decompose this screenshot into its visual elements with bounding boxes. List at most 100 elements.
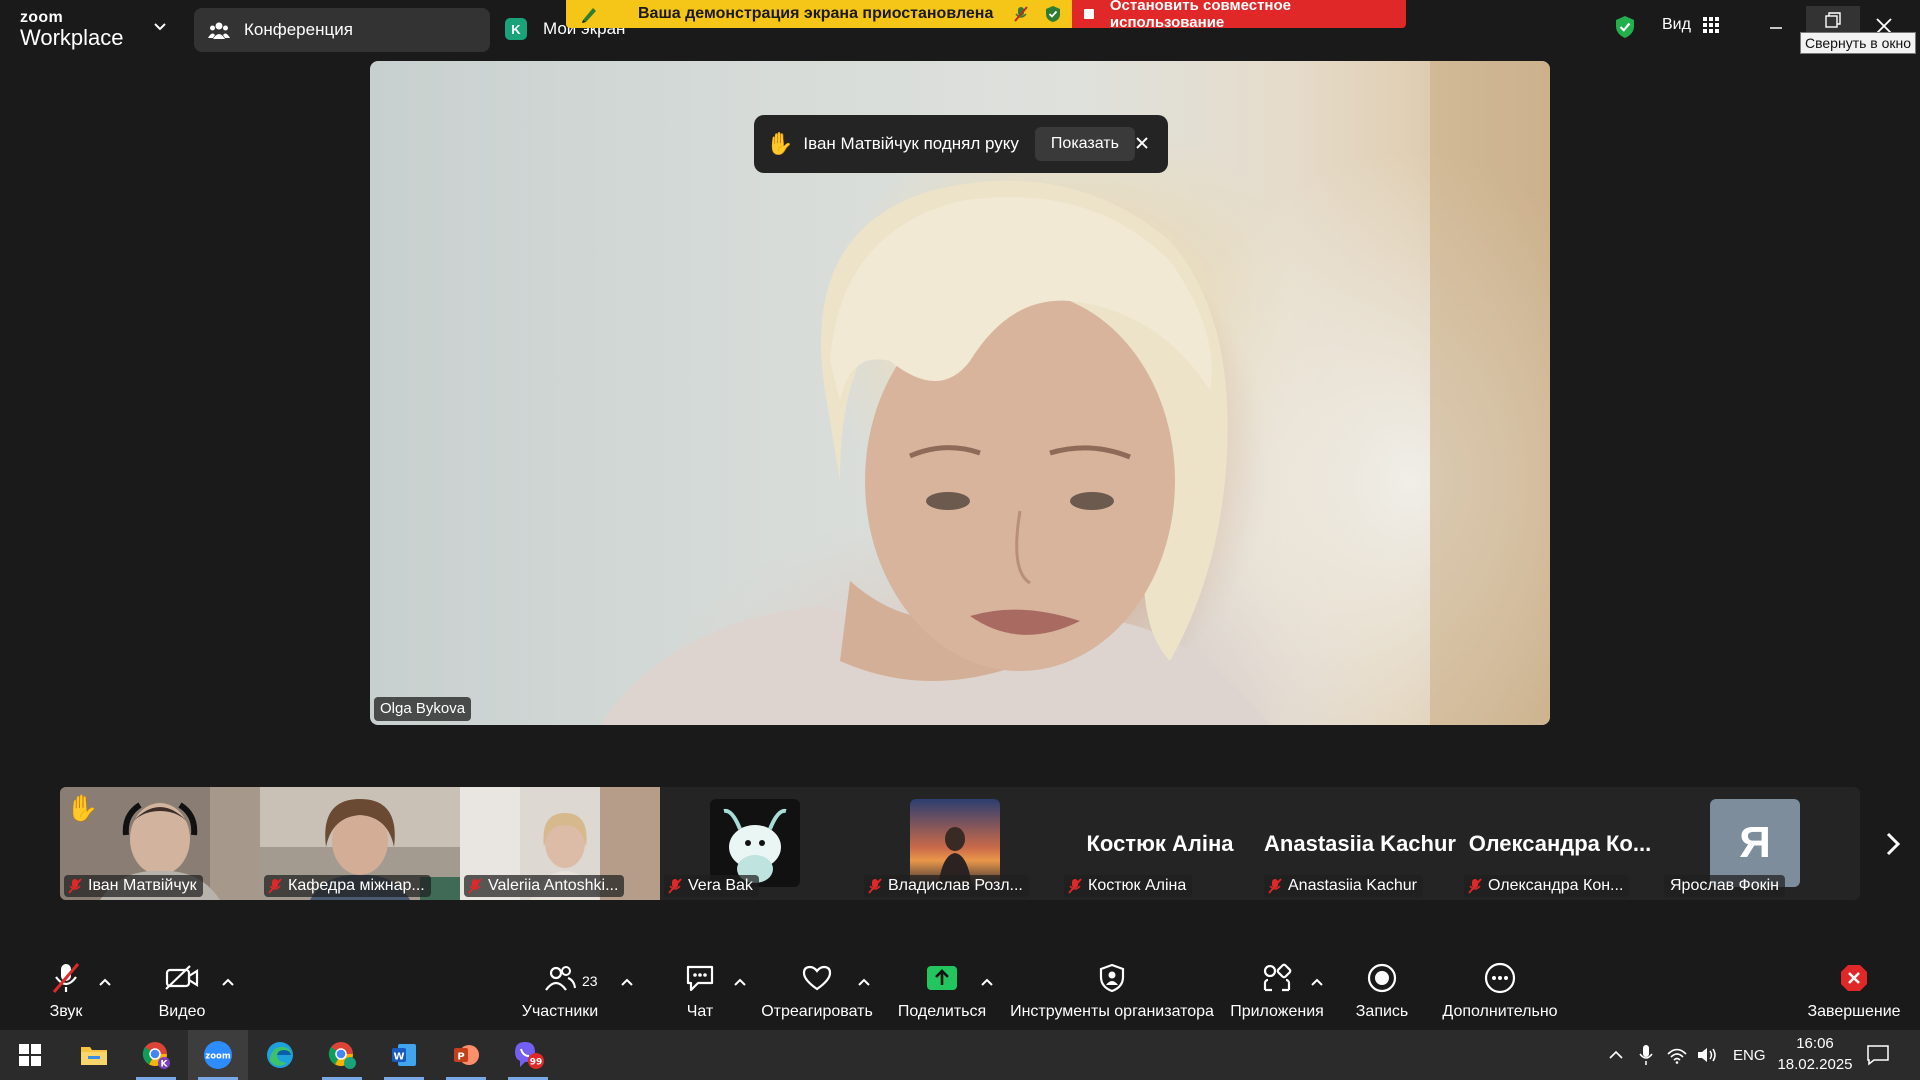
host-tools-label: Инструменты организатора [1010, 1003, 1214, 1020]
apps-label: Приложения [1230, 1003, 1324, 1020]
share-label: Поделиться [897, 1003, 987, 1020]
participant-name: Олександра Кон... [1488, 877, 1624, 894]
react-label: Отреагировать [761, 1003, 873, 1020]
input-language[interactable]: ENG [1733, 1047, 1766, 1064]
participant-name: Костюк Аліна [1088, 877, 1187, 894]
chevron-right-icon[interactable] [1884, 830, 1902, 858]
video-off-icon [165, 965, 199, 990]
microphone-icon[interactable] [1638, 1044, 1654, 1066]
taskbar-viber[interactable]: 99 [498, 1030, 558, 1080]
windows-start-button[interactable] [0, 1030, 60, 1080]
participant-avatar-letter: Я [1710, 799, 1800, 887]
shield-check-icon[interactable] [1044, 5, 1062, 23]
video-button[interactable]: Видео [152, 955, 212, 1030]
mic-muted-icon [68, 878, 82, 894]
chevron-up-icon[interactable] [733, 977, 747, 987]
participants-button[interactable]: Участники [520, 955, 600, 1030]
chevron-up-icon[interactable] [1310, 977, 1324, 987]
participant-tile[interactable]: Кафедра міжнар... [260, 787, 460, 900]
participant-tile[interactable]: Я Ярослав Фокін [1660, 787, 1860, 900]
end-meeting-button[interactable]: Завершение [1806, 955, 1902, 1030]
participant-label: Кафедра міжнар... [264, 875, 431, 897]
share-paused-banner[interactable]: Ваша демонстрация экрана приостановлена [566, 0, 1072, 28]
participant-tile[interactable]: Vera Bak [660, 787, 860, 900]
react-button[interactable]: Отреагировать [761, 955, 873, 1030]
annotate-pen-icon[interactable] [580, 5, 600, 23]
record-button[interactable]: Запись [1352, 955, 1412, 1030]
close-icon[interactable] [1134, 135, 1150, 151]
chevron-up-icon[interactable] [1608, 1048, 1624, 1062]
participant-label: Владислав Розл... [864, 875, 1029, 897]
chevron-up-icon[interactable] [980, 977, 994, 987]
restore-window-button[interactable] [1806, 6, 1860, 34]
mic-muted-icon [868, 878, 882, 894]
host-tools-button[interactable]: Инструменты организатора [1010, 955, 1214, 1030]
volume-icon[interactable] [1696, 1046, 1718, 1064]
participant-tile[interactable]: Anastasiia Kachur Anastasiia Kachur [1260, 787, 1460, 900]
end-meeting-icon [1841, 965, 1867, 991]
participant-tile[interactable]: Владислав Розл... [860, 787, 1060, 900]
more-button[interactable]: Дополнительно [1440, 955, 1560, 1030]
file-explorer-icon [81, 1047, 107, 1065]
mic-muted-icon[interactable] [1012, 5, 1030, 23]
network-icon[interactable] [1666, 1046, 1688, 1064]
meeting-toolbar: Звук Видео Участники 23 Чат Отреагироват… [0, 955, 1920, 1030]
participant-name: Ярослав Фокін [1670, 877, 1779, 894]
mic-muted-icon [1268, 878, 1282, 894]
apps-button[interactable]: Приложения [1230, 955, 1324, 1030]
zoom-logo[interactable]: zoom Workplace [20, 10, 124, 49]
more-icon [1484, 962, 1516, 994]
stop-share-label: Остановить совместное использование [1109, 0, 1291, 31]
chat-icon [686, 965, 714, 992]
chevron-up-icon[interactable] [221, 977, 235, 987]
taskbar-zoom[interactable]: zoom [188, 1030, 248, 1080]
speaker-name-tag: Olga Bykova [374, 697, 472, 721]
windows-taskbar: K zoom W P 99 ENG 16:06 18.02.2025 [0, 1030, 1920, 1080]
taskbar-powerpoint[interactable]: P [436, 1030, 496, 1080]
system-clock[interactable]: 16:06 18.02.2025 [1770, 1035, 1860, 1073]
mic-muted-icon [52, 963, 80, 993]
participant-avatar [910, 799, 1000, 887]
taskbar-file-explorer[interactable] [64, 1030, 124, 1080]
chevron-up-icon[interactable] [98, 977, 112, 987]
restore-icon [1825, 12, 1841, 28]
tab-conference[interactable]: Конференция [194, 8, 490, 52]
view-button[interactable]: Вид [1662, 16, 1719, 34]
chat-button[interactable]: Чат [680, 955, 720, 1030]
zoom-app-label: zoom [205, 1052, 231, 1062]
stop-share-button[interactable]: Остановить совместное использование [1072, 0, 1406, 31]
audio-button[interactable]: Звук [44, 955, 88, 1030]
security-shield-icon[interactable] [1614, 15, 1636, 39]
chevron-up-icon[interactable] [857, 977, 871, 987]
participant-tile[interactable]: Олександра Ко... Олександра Кон... [1460, 787, 1660, 900]
profile-badge-icon: K [505, 18, 527, 40]
share-button[interactable]: Поделиться [898, 955, 986, 1030]
chevron-up-icon[interactable] [620, 977, 634, 987]
chrome-profile-icon: K [142, 1042, 170, 1070]
participant-display-name: Олександра Ко... [1468, 831, 1652, 856]
edge-icon [267, 1042, 293, 1068]
chevron-down-icon[interactable] [153, 20, 167, 34]
participant-label: Костюк Аліна [1064, 875, 1193, 897]
taskbar-word[interactable]: W [374, 1030, 434, 1080]
taskbar-chrome[interactable] [312, 1030, 372, 1080]
notifications-icon[interactable] [1866, 1044, 1890, 1066]
participants-icon [208, 22, 230, 39]
svg-text:W: W [393, 1052, 404, 1063]
end-meeting-label: Завершение [1807, 1003, 1901, 1020]
video-label: Видео [158, 1003, 206, 1020]
taskbar-edge[interactable] [250, 1030, 310, 1080]
participant-name: Anastasiia Kachur [1288, 877, 1417, 894]
participant-tile[interactable]: Valeriia Antoshki... [460, 787, 660, 900]
logo-zoom-text: zoom [20, 9, 63, 26]
more-label: Дополнительно [1442, 1003, 1558, 1020]
show-button[interactable]: Показать [1034, 127, 1135, 161]
share-paused-text: Ваша демонстрация экрана приостановлена [638, 5, 994, 22]
clock-time: 16:06 [1796, 1035, 1834, 1052]
participant-tile[interactable]: ✋ Іван Матвійчук [60, 787, 260, 900]
taskbar-chrome-profile[interactable]: K [126, 1030, 186, 1080]
powerpoint-icon: P [454, 1045, 479, 1065]
participant-tile[interactable]: Костюк Аліна Костюк Аліна [1060, 787, 1260, 900]
title-bar: zoom Workplace Конференция K Мой экран В… [0, 0, 1920, 58]
minimize-icon[interactable] [1764, 16, 1788, 40]
